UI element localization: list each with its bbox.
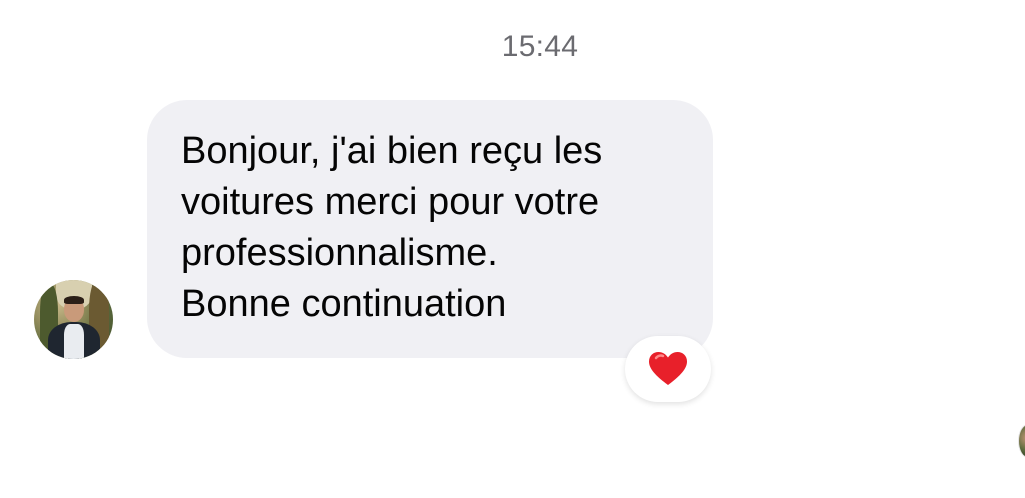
seen-indicator-avatar <box>1018 424 1025 458</box>
chat-thread: 15:44 Bonjour, j'ai bien reçu les voitur… <box>0 0 1025 498</box>
message-timestamp: 15:44 <box>501 30 579 63</box>
red-heart-icon <box>649 352 687 385</box>
message-reaction[interactable] <box>625 336 711 402</box>
message-text: Bonjour, j'ai bien reçu les voitures mer… <box>181 130 603 325</box>
avatar-shirt <box>64 324 84 359</box>
message-bubble[interactable]: Bonjour, j'ai bien reçu les voitures mer… <box>147 100 713 358</box>
avatar-hair <box>64 296 84 304</box>
sender-avatar[interactable] <box>34 280 113 359</box>
